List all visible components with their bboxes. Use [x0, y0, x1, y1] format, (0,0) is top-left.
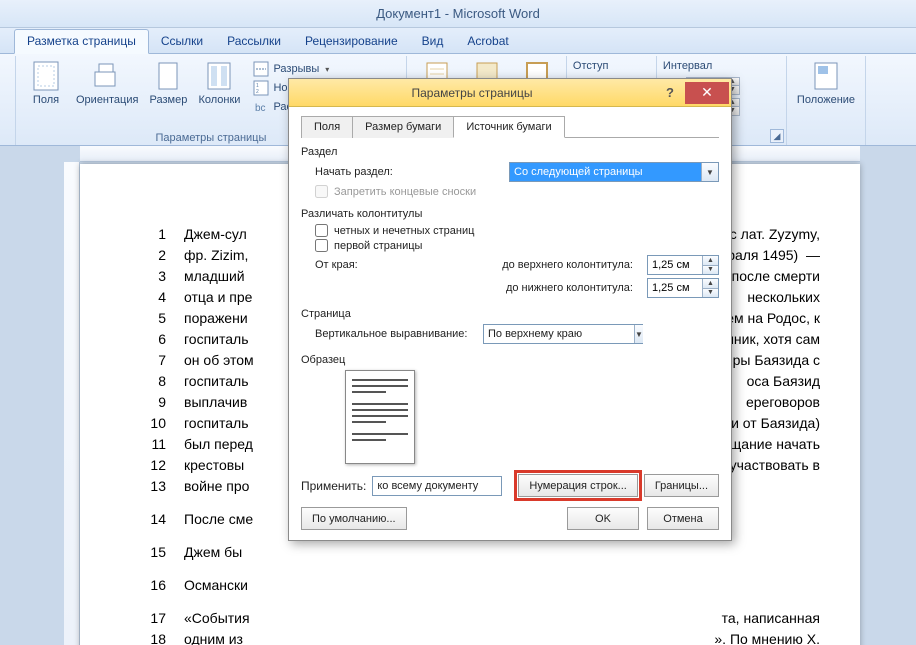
cancel-button[interactable]: Отмена	[647, 507, 719, 530]
columns-icon	[203, 60, 235, 92]
document-line[interactable]: 15Джем бы	[150, 542, 820, 563]
dialog-help-button[interactable]: ?	[655, 82, 685, 104]
valign-combo[interactable]: ▼	[483, 324, 643, 344]
odd-even-checkbox[interactable]: четных и нечетных страниц	[315, 224, 719, 237]
line-numbering-button[interactable]: Нумерация строк...	[518, 474, 637, 497]
spacing-label: Интервал	[663, 58, 780, 76]
ribbon-group-arrange: Положение	[787, 56, 866, 145]
tab-acrobat[interactable]: Acrobat	[455, 30, 520, 53]
section-start-label: Начать раздел:	[315, 166, 435, 178]
ruler-vertical[interactable]	[64, 162, 80, 645]
ok-button[interactable]: OK	[567, 507, 639, 530]
size-button[interactable]: Размер	[144, 58, 192, 116]
columns-button[interactable]: Колонки	[194, 58, 244, 116]
margins-button[interactable]: Поля	[22, 58, 70, 116]
section-start-combo[interactable]: ▼	[509, 162, 719, 182]
dialog-title-text: Параметры страницы	[289, 86, 655, 100]
to-header-label: до верхнего колонтитула:	[383, 259, 639, 271]
defaults-button[interactable]: По умолчанию...	[301, 507, 407, 530]
borders-button[interactable]: Границы...	[644, 474, 719, 497]
dialog-tab-paper-source[interactable]: Источник бумаги	[453, 116, 564, 138]
tab-review[interactable]: Рецензирование	[293, 30, 410, 53]
breaks-button[interactable]: Разрывы▾	[250, 60, 397, 78]
section-section-label: Раздел	[301, 146, 719, 158]
first-page-checkbox[interactable]: первой страницы	[315, 239, 719, 252]
preview-label: Образец	[301, 354, 719, 366]
svg-text:bc: bc	[255, 103, 266, 114]
to-footer-label: до нижнего колонтитула:	[383, 282, 639, 294]
position-button[interactable]: Положение	[793, 58, 859, 108]
tab-mailings[interactable]: Рассылки	[215, 30, 293, 53]
dialog-close-button[interactable]: ✕	[685, 82, 729, 104]
chevron-down-icon[interactable]: ▼	[634, 325, 643, 343]
paragraph-launcher[interactable]: ◢	[770, 129, 784, 143]
valign-value[interactable]	[484, 328, 634, 340]
from-edge-label: От края:	[315, 259, 375, 271]
document-line[interactable]: 16Османски	[150, 575, 820, 596]
preview-thumbnail	[345, 370, 415, 464]
margins-icon	[30, 60, 62, 92]
suppress-endnotes-checkbox: Запретить концевые сноски	[315, 185, 719, 198]
tab-references[interactable]: Ссылки	[149, 30, 215, 53]
section-start-value[interactable]	[510, 166, 701, 178]
page-setup-dialog: Параметры страницы ? ✕ Поля Размер бумаг…	[288, 78, 732, 541]
apply-label: Применить:	[301, 479, 366, 493]
apply-to-value[interactable]	[373, 480, 523, 492]
app-title: Документ1 - Microsoft Word	[376, 6, 540, 21]
orientation-icon	[91, 60, 123, 92]
size-icon	[152, 60, 184, 92]
tab-page-layout[interactable]: Разметка страницы	[14, 29, 149, 54]
line-numbers-icon: 12	[253, 80, 269, 96]
tab-view[interactable]: Вид	[410, 30, 456, 53]
chevron-down-icon[interactable]: ▼	[701, 163, 718, 181]
position-icon	[810, 60, 842, 92]
ribbon-tabs: Разметка страницы Ссылки Рассылки Реценз…	[0, 28, 916, 54]
hyphenation-icon: bc	[253, 99, 269, 115]
footer-distance-spin[interactable]: ▲▼	[647, 278, 719, 298]
dialog-tabs: Поля Размер бумаги Источник бумаги	[301, 115, 719, 138]
valign-label: Вертикальное выравнивание:	[315, 328, 475, 340]
orientation-button[interactable]: Ориентация	[72, 58, 142, 116]
apply-to-combo[interactable]: ▼	[372, 476, 502, 496]
dialog-tab-paper[interactable]: Размер бумаги	[352, 116, 454, 138]
header-distance-spin[interactable]: ▲▼	[647, 255, 719, 275]
breaks-icon	[253, 61, 269, 77]
document-line[interactable]: 18одним из». По мнению Х.	[150, 629, 820, 645]
dialog-titlebar[interactable]: Параметры страницы ? ✕	[289, 79, 731, 107]
page-section-label: Страница	[301, 308, 719, 320]
header-distance-input[interactable]	[648, 256, 702, 274]
indent-label: Отступ	[573, 58, 650, 76]
svg-text:2: 2	[256, 89, 259, 95]
dialog-tab-fields[interactable]: Поля	[301, 116, 353, 138]
footer-distance-input[interactable]	[648, 279, 702, 297]
headers-section-label: Различать колонтитулы	[301, 208, 719, 220]
titlebar: Документ1 - Microsoft Word	[0, 0, 916, 28]
document-line[interactable]: 17«Событията, написанная	[150, 608, 820, 629]
